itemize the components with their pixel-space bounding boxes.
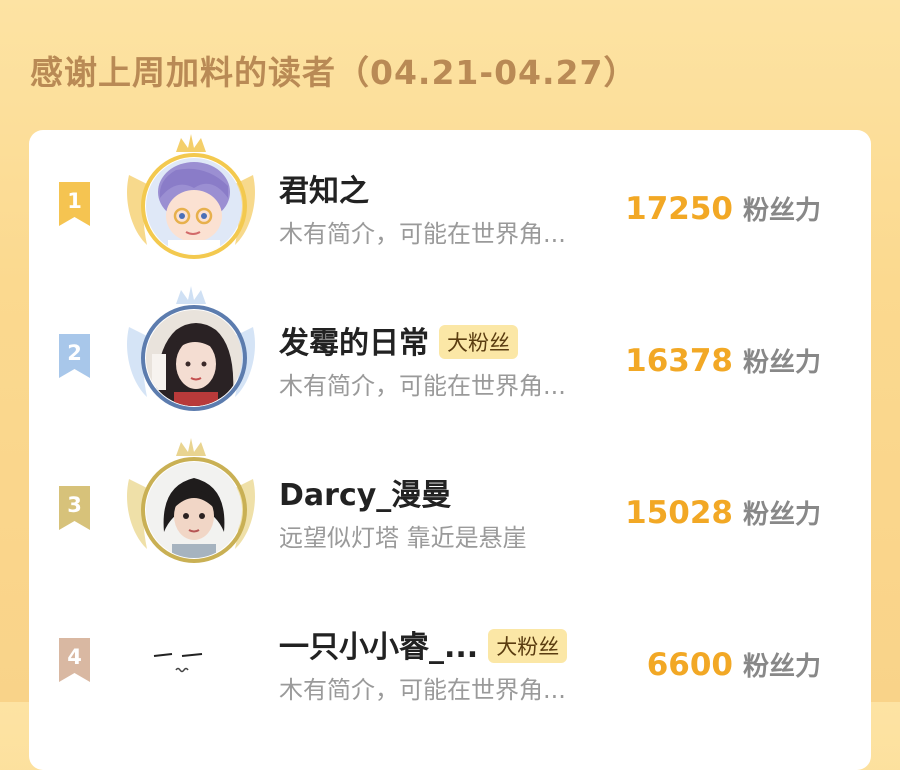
fan-level-badge: 大粉丝 [439, 324, 518, 359]
user-bio: 木有简介，可能在世界角... [279, 676, 566, 704]
fan-level-badge: 大粉丝 [488, 628, 568, 663]
reader-row-1[interactable]: 1 君知之 木有简介，可能在世界角... 17250 粉丝力 [29, 130, 871, 280]
rank-badge: 3 [59, 486, 90, 530]
fan-power-score: 16378 粉丝力 [625, 343, 821, 379]
user-name[interactable]: Darcy_漫曼 [279, 470, 451, 514]
user-bio: 远望似灯塔 靠近是悬崖 [279, 524, 527, 552]
user-name[interactable]: 一只小小睿_... 大粉丝 [279, 622, 568, 666]
reader-row-4[interactable]: 4 一只小小睿_... 大粉丝 木有简介，可能在世界角... 6600 粉丝力 [29, 586, 871, 736]
avatar [146, 310, 242, 406]
reader-ranking-list: 1 君知之 木有简介，可能在世界角... 17250 粉丝力 2 发霉的日常 大… [29, 130, 871, 770]
avatar [146, 632, 242, 728]
user-name[interactable]: 君知之 [279, 166, 369, 210]
fan-power-score: 15028 粉丝力 [625, 495, 821, 531]
avatar [146, 158, 242, 254]
reader-row-3[interactable]: 3 Darcy_漫曼 远望似灯塔 靠近是悬崖 15028 粉丝力 [29, 434, 871, 584]
rank-badge: 2 [59, 334, 90, 378]
rank-badge: 1 [59, 182, 90, 226]
user-bio: 木有简介，可能在世界角... [279, 220, 566, 248]
avatar-with-crown-frame[interactable] [121, 586, 261, 736]
avatar [146, 462, 242, 558]
reader-row-2[interactable]: 2 发霉的日常 大粉丝 木有简介，可能在世界角... 16378 粉丝力 [29, 282, 871, 432]
fan-power-score: 6600 粉丝力 [646, 647, 821, 683]
user-name[interactable]: 发霉的日常 大粉丝 [279, 318, 518, 362]
avatar-with-crown-frame[interactable] [121, 434, 261, 584]
user-bio: 木有简介，可能在世界角... [279, 372, 566, 400]
avatar-with-crown-frame[interactable] [121, 282, 261, 432]
avatar-with-crown-frame[interactable] [121, 130, 261, 280]
rank-badge: 4 [59, 638, 90, 682]
page-title: 感谢上周加料的读者（04.21-04.27） [30, 53, 638, 92]
fan-power-score: 17250 粉丝力 [625, 191, 821, 227]
